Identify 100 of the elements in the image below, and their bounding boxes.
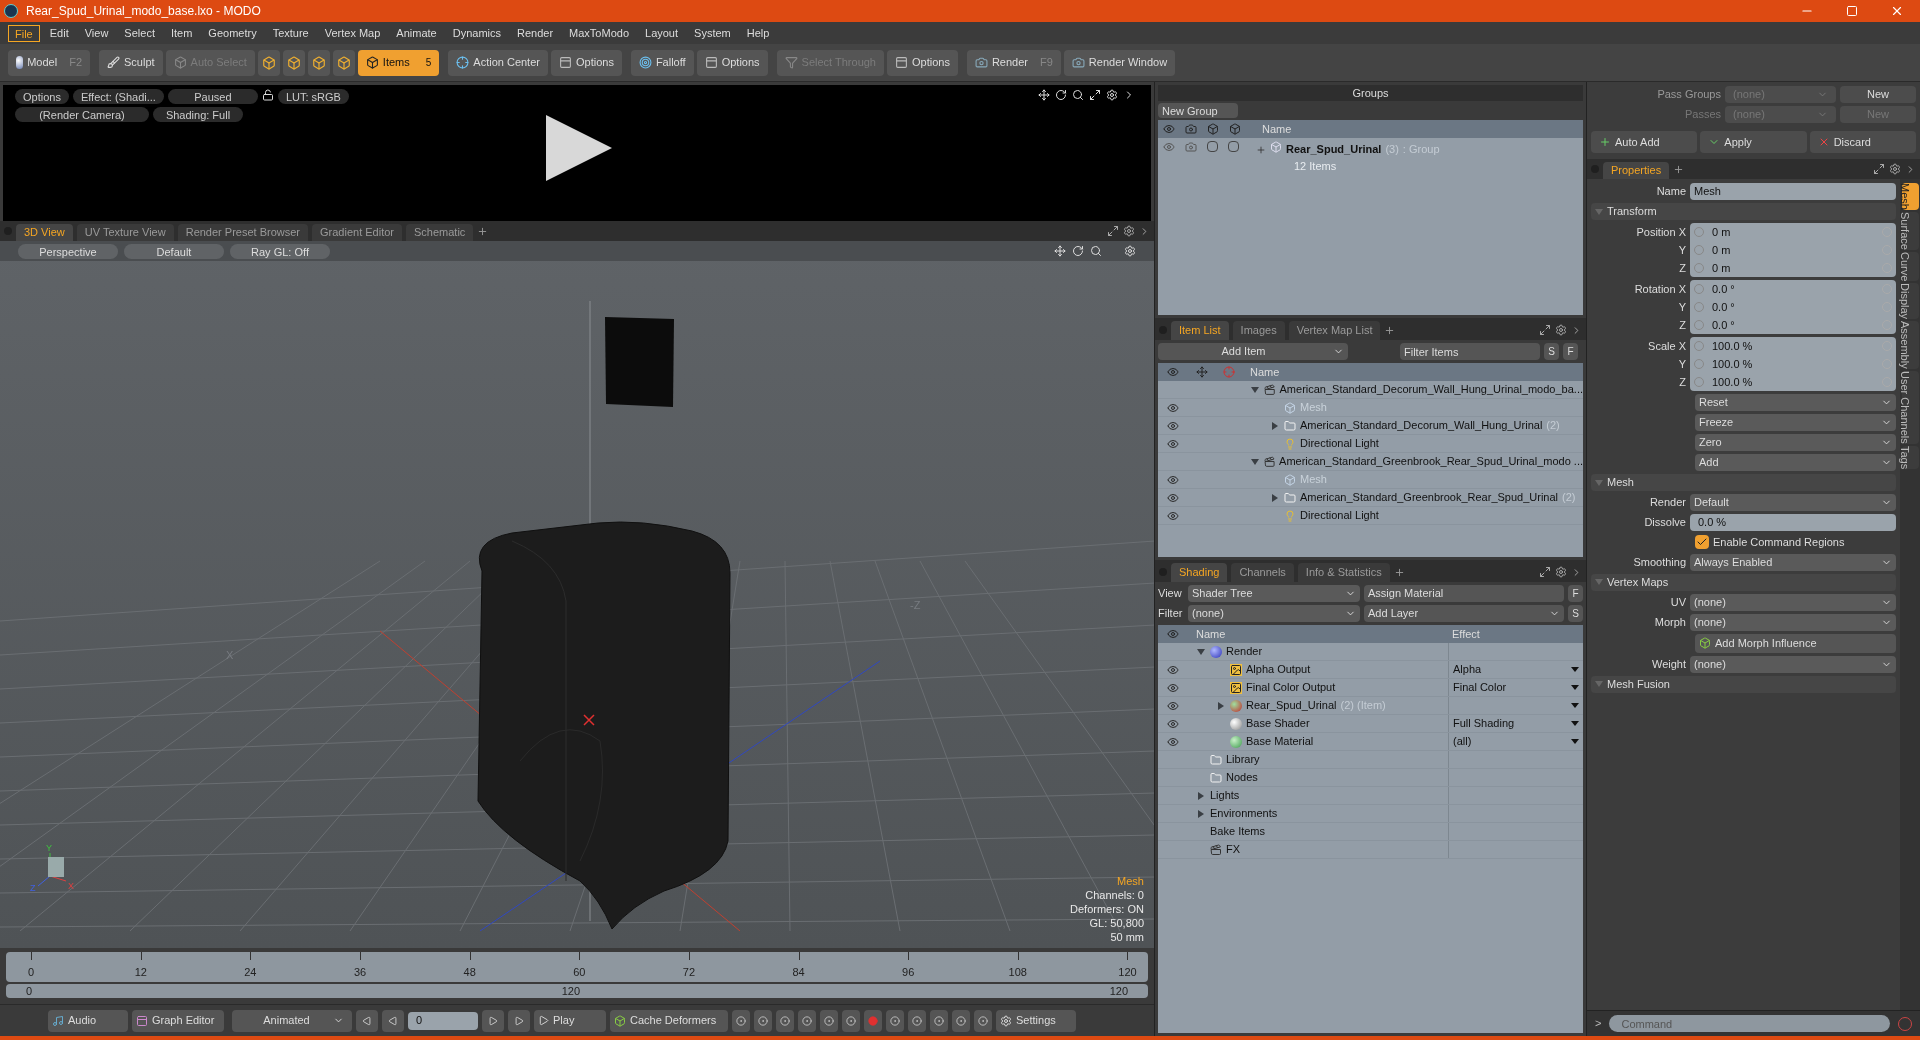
dropdown-arrow-icon[interactable] <box>1571 666 1579 673</box>
settings-icon[interactable] <box>1889 163 1901 175</box>
triangle-right-icon[interactable] <box>1271 421 1279 430</box>
view-dropdown[interactable]: Shader Tree <box>1188 585 1360 602</box>
triangle-down-icon[interactable] <box>1250 385 1259 394</box>
filter-dropdown[interactable]: (none) <box>1188 605 1360 622</box>
item-name[interactable]: Render <box>1226 643 1263 660</box>
side-tab[interactable]: Mesh <box>1901 183 1919 210</box>
range-bar[interactable]: 0 120 120 <box>6 984 1148 998</box>
toolbar-button[interactable]: Items 5 <box>357 49 440 76</box>
toolbar-button[interactable]: Sculpt <box>99 49 163 76</box>
action-button[interactable]: Discard <box>1809 131 1916 153</box>
new-group-button[interactable]: New Group <box>1158 103 1238 118</box>
menu-item[interactable]: Render <box>511 24 560 42</box>
dropdown-arrow-icon[interactable] <box>1571 738 1579 745</box>
key-tool-button[interactable] <box>820 1009 838 1032</box>
preview-button[interactable]: Shading: Full <box>153 107 243 122</box>
triangle-right-icon[interactable] <box>1217 701 1225 710</box>
settings-icon[interactable] <box>1555 324 1567 336</box>
eye-icon[interactable] <box>1167 663 1179 676</box>
value-field[interactable]: 0.0 ° <box>1690 298 1896 316</box>
toolbar-button[interactable]: Render Window <box>1063 49 1176 76</box>
play-icon[interactable] <box>546 115 612 181</box>
effect-value[interactable]: Final Color <box>1453 679 1571 696</box>
value-dropdown[interactable]: Always Enabled <box>1690 553 1896 571</box>
settings-icon[interactable] <box>1555 566 1567 578</box>
key-tool-button[interactable] <box>864 1009 882 1032</box>
menu-item[interactable]: System <box>688 24 737 42</box>
item-name[interactable]: Base Shader <box>1246 715 1310 732</box>
menu-item[interactable]: Layout <box>639 24 685 42</box>
expand-plus-icon[interactable] <box>1256 145 1266 155</box>
value-field[interactable]: 0 m <box>1690 241 1896 259</box>
eye-icon[interactable] <box>1167 419 1179 432</box>
eye-icon[interactable] <box>1167 735 1179 748</box>
section-header[interactable]: Vertex Maps <box>1591 573 1896 591</box>
graph-editor-button[interactable]: Graph Editor <box>132 1009 224 1032</box>
filter-field[interactable]: Filter Items <box>1400 343 1540 360</box>
preview-button[interactable]: Paused <box>167 89 258 104</box>
viewport-tab[interactable]: Render Preset Browser <box>177 224 308 241</box>
value-field[interactable]: 100.0 % <box>1690 355 1896 373</box>
key-tool-button[interactable] <box>776 1009 794 1032</box>
item-name[interactable]: American_Standard_Decorum_Wall_Hung_Urinal <box>1300 417 1543 434</box>
item-name[interactable]: American_Standard_Greenbrook_Rear_Spud_Urinal_modo ... <box>1279 453 1583 470</box>
checkbox[interactable] <box>1695 535 1709 550</box>
menu-item[interactable]: View <box>78 24 115 42</box>
frame-field[interactable]: 0 <box>408 1011 478 1030</box>
item-name[interactable]: American_Standard_Decorum_Wall_Hung_Urinal_modo_ba... <box>1279 381 1583 398</box>
value-field[interactable]: 0 m <box>1690 223 1896 241</box>
add-item-dropdown[interactable]: Add Item <box>1158 343 1348 360</box>
key-tool-button[interactable] <box>886 1009 904 1032</box>
eye-icon[interactable] <box>1167 717 1179 730</box>
viewport-tab[interactable]: Schematic <box>406 224 474 241</box>
f-button[interactable]: F <box>1563 343 1578 360</box>
zoom-icon[interactable] <box>1090 245 1102 257</box>
menu-dropdown[interactable]: Reset <box>1695 394 1896 411</box>
item-name[interactable]: American_Standard_Greenbrook_Rear_Spud_Urinal <box>1300 489 1559 506</box>
toolbar-button[interactable]: Action Center <box>448 49 548 76</box>
rotate-icon[interactable] <box>1055 89 1067 101</box>
value-field[interactable]: 0.0 % <box>1690 514 1896 531</box>
s-button[interactable]: S <box>1568 605 1583 622</box>
toolbar-button[interactable]: Options <box>550 49 622 76</box>
cache-deformers-button[interactable]: Cache Deformers <box>610 1009 728 1032</box>
item-name[interactable]: Library <box>1226 751 1260 768</box>
key-tool-button[interactable] <box>908 1009 926 1032</box>
action-button[interactable]: Apply <box>1700 131 1807 153</box>
new-button[interactable]: New <box>1840 86 1916 103</box>
assign-material-button[interactable]: Assign Material <box>1364 585 1564 602</box>
eye-icon[interactable] <box>1167 681 1179 694</box>
viewport-button[interactable]: Ray GL: Off <box>230 243 330 259</box>
side-tab[interactable]: Display <box>1901 283 1919 320</box>
menu-item[interactable]: Geometry <box>202 24 263 42</box>
play-button[interactable]: Play <box>534 1009 606 1032</box>
eye-icon[interactable] <box>1167 473 1179 486</box>
menu-item[interactable]: Vertex Map <box>318 24 387 42</box>
panel-tab[interactable]: Channels <box>1231 563 1294 582</box>
preview-button[interactable]: LUT: sRGB <box>277 89 349 104</box>
zoom-icon[interactable] <box>1072 89 1084 101</box>
eye-icon[interactable] <box>1167 401 1179 414</box>
triangle-down-icon[interactable] <box>1250 457 1259 466</box>
unlock-icon[interactable] <box>261 89 274 101</box>
panel-tab[interactable]: Properties <box>1603 162 1670 179</box>
item-name[interactable]: Final Color Output <box>1246 679 1336 696</box>
add-tab-icon[interactable] <box>1393 567 1405 578</box>
preview-button[interactable]: (Render Camera) <box>15 107 149 122</box>
menu-item[interactable]: Texture <box>266 24 315 42</box>
value-field[interactable]: 0.0 ° <box>1690 316 1896 334</box>
menu-item[interactable]: Select <box>118 24 161 42</box>
menu-item[interactable]: Edit <box>43 24 75 42</box>
effect-value[interactable]: Full Shading <box>1453 715 1571 732</box>
key-tool-button[interactable] <box>974 1009 992 1032</box>
side-tab[interactable]: Curve <box>1901 251 1919 282</box>
value-field[interactable]: 0.0 ° <box>1690 280 1896 298</box>
value-dropdown[interactable]: (none) <box>1690 655 1896 673</box>
triangle-down-icon[interactable] <box>1197 647 1205 656</box>
item-name[interactable]: Directional Light <box>1300 435 1379 452</box>
menu-item[interactable]: MaxToModo <box>563 24 635 42</box>
key-tool-button[interactable] <box>930 1009 948 1032</box>
panel-tab[interactable]: Vertex Map List <box>1288 321 1381 340</box>
section-header[interactable]: Mesh Fusion <box>1591 675 1896 693</box>
audio-button[interactable]: Audio <box>48 1009 128 1032</box>
